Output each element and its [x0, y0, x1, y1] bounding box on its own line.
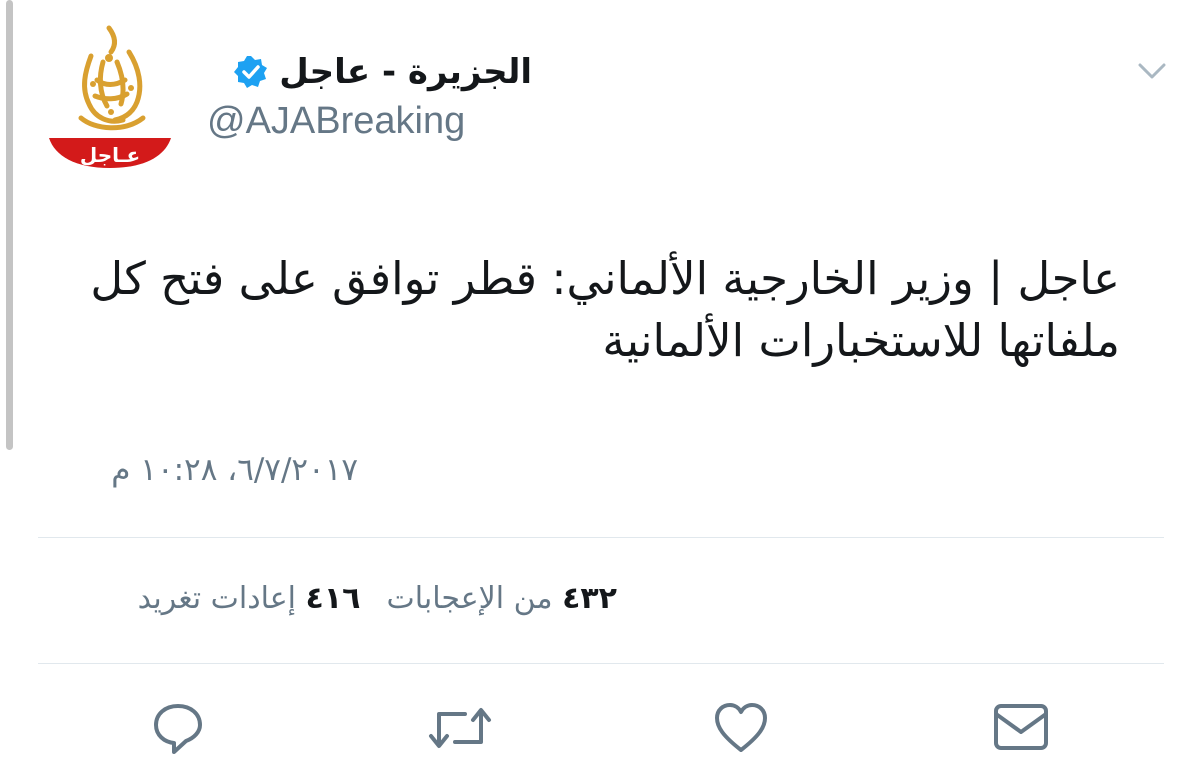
- retweets-stat[interactable]: ٤١٦ إعادات تغريد: [138, 581, 361, 616]
- likes-stat[interactable]: ٤٣٢ من الإعجابات: [386, 581, 617, 616]
- verified-badge-icon: [233, 54, 269, 90]
- scrollbar[interactable]: [6, 0, 13, 450]
- user-name-row[interactable]: الجزيرة - عاجل: [233, 50, 532, 94]
- aljazeera-logo: عـاجل: [49, 25, 171, 168]
- divider: [38, 537, 1164, 538]
- likes-label: من الإعجابات: [386, 581, 553, 616]
- divider: [38, 663, 1164, 664]
- user-handle[interactable]: @AJABreaking: [207, 98, 465, 144]
- avatar[interactable]: عـاجل: [45, 22, 175, 172]
- tweet-stats: ٤٣٢ من الإعجابات ٤١٦ إعادات تغريد: [138, 581, 617, 616]
- likes-count: ٤٣٢: [562, 581, 617, 616]
- envelope-icon[interactable]: [992, 700, 1048, 756]
- reply-icon[interactable]: [150, 700, 206, 756]
- retweet-icon[interactable]: [425, 700, 491, 756]
- tweet-text: عاجل | وزير الخارجية الألماني: قطر توافق…: [90, 252, 1120, 367]
- heart-icon[interactable]: [713, 700, 769, 756]
- retweets-label: إعادات تغريد: [137, 581, 296, 616]
- avatar-banner-text: عـاجل: [80, 143, 140, 167]
- display-name[interactable]: الجزيرة - عاجل: [279, 50, 532, 94]
- retweets-count: ٤١٦: [305, 581, 361, 616]
- chevron-down-icon[interactable]: [1134, 58, 1170, 84]
- tweet-timestamp[interactable]: ٦/٧/٢٠١٧، ١٠:٢٨ م: [111, 452, 358, 488]
